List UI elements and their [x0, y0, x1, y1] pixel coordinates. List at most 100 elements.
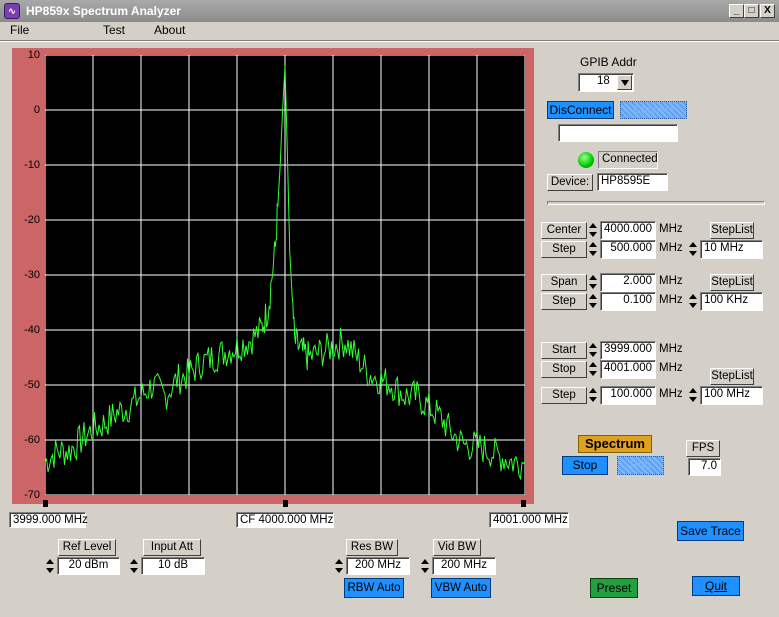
startstop-steplist-spinner[interactable]	[688, 386, 699, 404]
chevron-down-icon[interactable]	[617, 75, 632, 90]
y-tick-label: 0	[33, 104, 40, 116]
start-freq-readout: 3999.000 MHz	[9, 512, 88, 528]
span-step-unit: MHz	[659, 294, 683, 306]
span-step-button[interactable]: Step	[541, 293, 587, 310]
vid-bw-spinner[interactable]	[420, 557, 431, 575]
maximize-button[interactable]: □	[744, 4, 759, 18]
center-step-button[interactable]: Step	[541, 241, 587, 258]
run-label: Run	[630, 459, 651, 471]
y-tick-label: -40	[24, 324, 40, 336]
center-marker-tick	[283, 500, 288, 507]
stop-freq-readout: 4001.000 MHz	[489, 512, 569, 528]
menu-file[interactable]: File	[10, 23, 29, 37]
vid-bw-field[interactable]: 200 MHz	[432, 557, 496, 575]
span-button[interactable]: Span	[541, 274, 587, 291]
start-spinner[interactable]	[588, 341, 599, 359]
minimize-button[interactable]: _	[729, 4, 744, 18]
window-title: HP859x Spectrum Analyzer	[26, 4, 181, 18]
center-spinner[interactable]	[588, 221, 599, 239]
center-steplist-field[interactable]: 10 MHz	[700, 240, 763, 259]
startstop-step-button[interactable]: Step	[541, 387, 587, 404]
left-marker-tick	[43, 500, 48, 507]
menu-separator	[0, 40, 779, 42]
device-button[interactable]: Device:	[547, 174, 593, 191]
span-step-field[interactable]: 0.100	[600, 292, 656, 311]
stop-acquisition-button[interactable]: Stop	[562, 456, 608, 475]
center-step-field[interactable]: 500.000	[600, 240, 656, 259]
res-bw-label[interactable]: Res BW	[346, 539, 398, 556]
y-tick-label: -20	[24, 214, 40, 226]
center-freq-readout: CF 4000.000 MHz	[236, 512, 334, 528]
connection-status: Connected	[598, 151, 658, 169]
span-steplist-spinner[interactable]	[688, 292, 699, 310]
rbw-auto-button[interactable]: RBW Auto	[344, 578, 404, 598]
input-att-spinner[interactable]	[129, 557, 140, 575]
stop-freq-button[interactable]: Stop	[541, 361, 587, 378]
menu-test[interactable]: Test	[103, 23, 125, 37]
preset-button[interactable]: Preset	[590, 578, 638, 598]
start-button[interactable]: Start	[541, 342, 587, 359]
center-step-unit: MHz	[659, 242, 683, 254]
quit-button[interactable]: Quit	[692, 576, 740, 596]
spectrum-app-icon[interactable]: ∿	[4, 3, 20, 19]
startstop-steplist-field[interactable]: 100 MHz	[700, 386, 763, 405]
connect-button[interactable]: Connect	[620, 101, 687, 119]
res-bw-field[interactable]: 200 MHz	[346, 557, 410, 575]
stop-unit: MHz	[659, 362, 683, 374]
span-field[interactable]: 2.000	[600, 273, 656, 292]
start-field[interactable]: 3999.000	[600, 341, 656, 360]
spectrum-plot-svg	[45, 55, 525, 495]
connection-field[interactable]	[558, 124, 678, 142]
y-tick-label: -70	[24, 489, 40, 501]
right-marker-tick	[521, 500, 526, 507]
startstop-steplist-button[interactable]: StepList	[710, 368, 754, 385]
vid-bw-label[interactable]: Vid BW	[433, 539, 481, 556]
fps-field: 7.0	[688, 458, 721, 476]
title-bar: ∿ HP859x Spectrum Analyzer _ □ X	[0, 0, 779, 22]
device-field: HP8595E	[597, 173, 668, 191]
stop-spinner[interactable]	[588, 360, 599, 378]
gpib-value: 18	[597, 75, 610, 87]
run-button[interactable]: Run	[617, 456, 664, 475]
y-tick-label: -60	[24, 434, 40, 446]
close-button[interactable]: X	[760, 4, 775, 18]
fps-label: FPS	[686, 440, 720, 457]
connect-label: Connect	[633, 104, 674, 116]
save-trace-button[interactable]: Save Trace	[677, 521, 744, 541]
spectrum-plot[interactable]	[45, 55, 525, 495]
center-step-spinner[interactable]	[588, 240, 599, 258]
y-tick-label: -50	[24, 379, 40, 391]
progress-bar	[547, 201, 765, 205]
ref-level-field[interactable]: 20 dBm	[57, 557, 120, 575]
span-steplist-field[interactable]: 100 KHz	[700, 292, 763, 311]
y-tick-label: -10	[24, 159, 40, 171]
vbw-auto-button[interactable]: VBW Auto	[431, 578, 491, 598]
input-att-field[interactable]: 10 dB	[141, 557, 205, 575]
menu-bar: File Test About	[0, 22, 779, 40]
center-unit: MHz	[659, 223, 683, 235]
disconnect-button[interactable]: DisConnect	[547, 101, 614, 119]
stop-field[interactable]: 4001.000	[600, 360, 656, 379]
menu-about[interactable]: About	[154, 23, 185, 37]
gpib-select[interactable]: 18	[578, 73, 634, 92]
res-bw-spinner[interactable]	[334, 557, 345, 575]
ref-level-label[interactable]: Ref Level	[58, 539, 116, 556]
startstop-step-field[interactable]: 100.000	[600, 386, 656, 405]
y-tick-label: 10	[27, 49, 40, 61]
start-unit: MHz	[659, 343, 683, 355]
center-field[interactable]: 4000.000	[600, 221, 656, 240]
y-tick-label: -30	[24, 269, 40, 281]
center-steplist-spinner[interactable]	[688, 240, 699, 258]
span-step-spinner[interactable]	[588, 292, 599, 310]
center-button[interactable]: Center	[541, 222, 587, 239]
ref-level-spinner[interactable]	[45, 557, 56, 575]
input-att-label[interactable]: Input Att	[143, 539, 201, 556]
span-steplist-button[interactable]: StepList	[710, 274, 754, 291]
startstop-step-spinner[interactable]	[588, 386, 599, 404]
gpib-label: GPIB Addr	[580, 55, 637, 69]
span-unit: MHz	[659, 275, 683, 287]
startstop-step-unit: MHz	[659, 388, 683, 400]
span-spinner[interactable]	[588, 273, 599, 291]
mode-label: Spectrum	[578, 435, 652, 453]
center-steplist-button[interactable]: StepList	[710, 222, 754, 239]
